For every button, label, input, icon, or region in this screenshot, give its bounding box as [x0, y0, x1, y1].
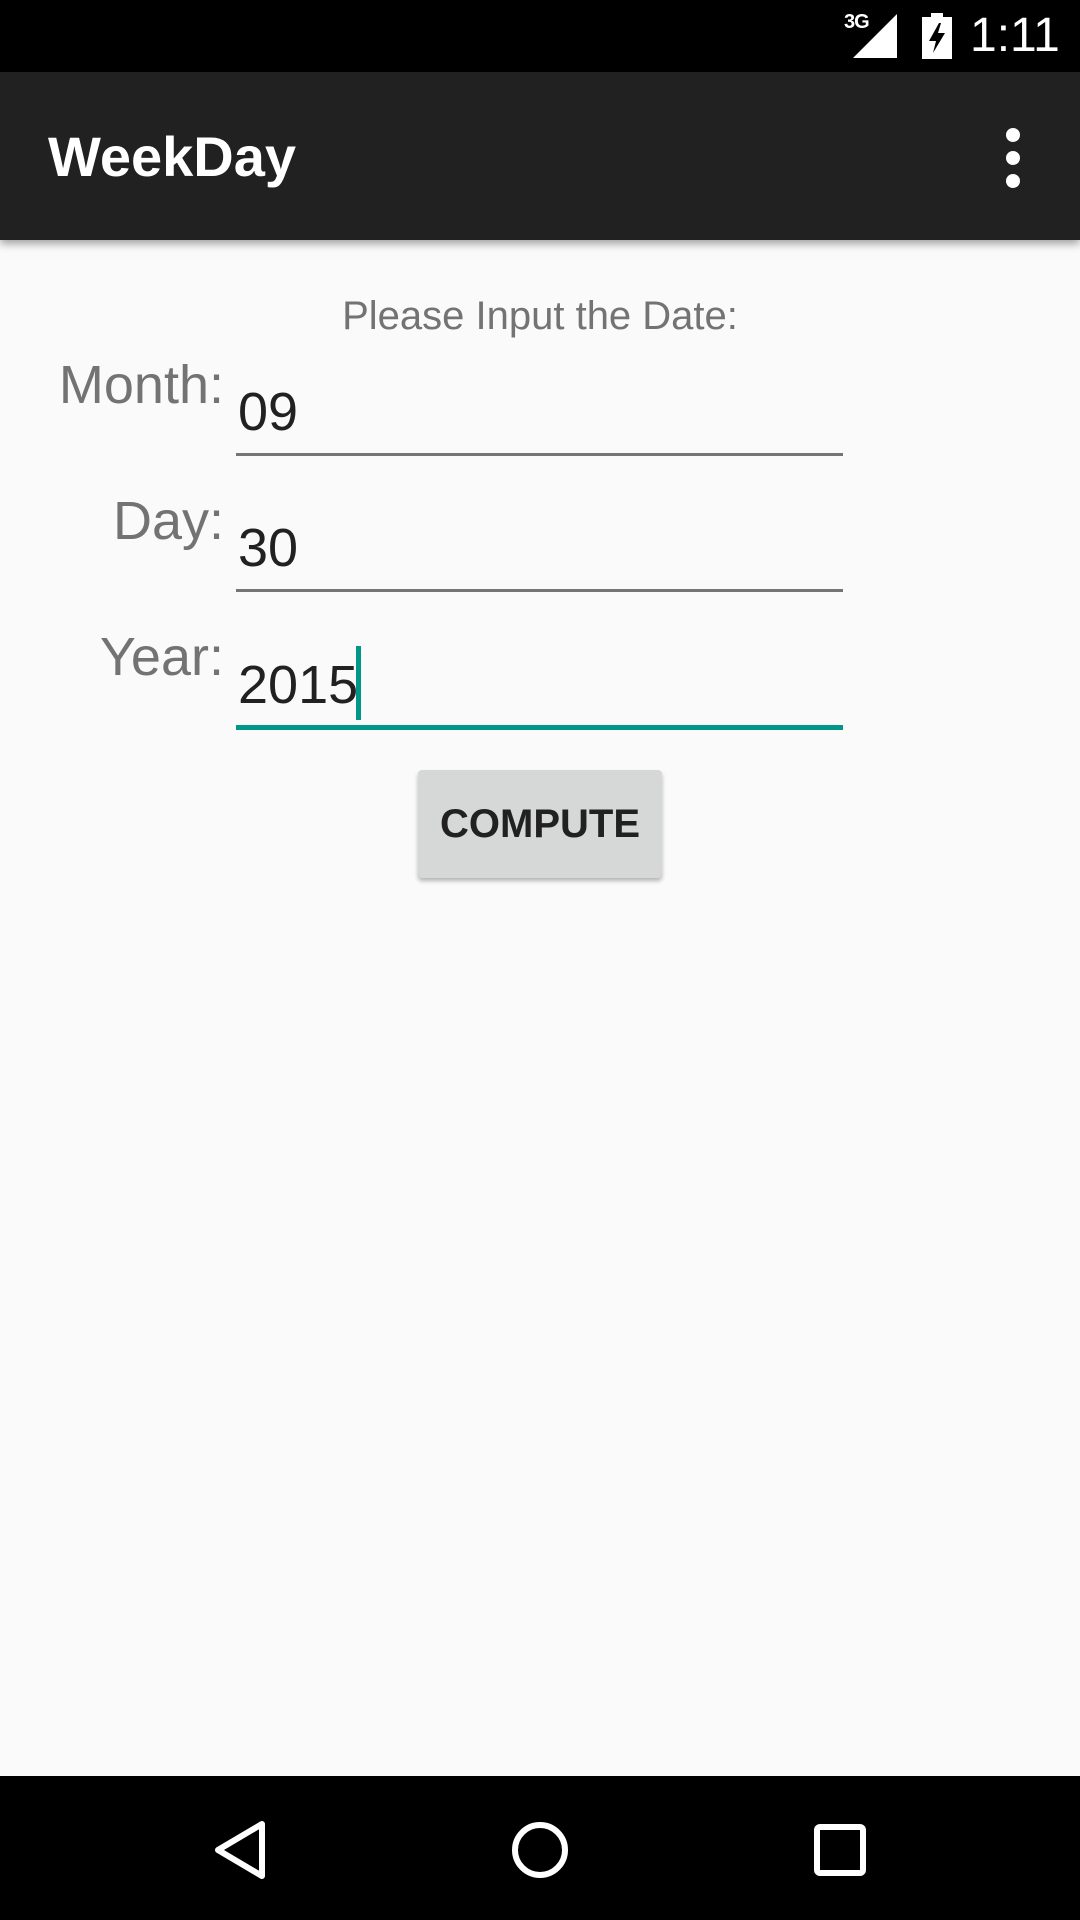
date-prompt: Please Input the Date:	[342, 294, 738, 338]
month-label: Month:	[58, 355, 224, 415]
navigation-bar	[0, 1776, 1080, 1920]
menu-dot	[1006, 128, 1020, 142]
more-vert-icon[interactable]	[990, 126, 1038, 190]
month-input[interactable]	[236, 370, 843, 456]
compute-button[interactable]: COMPUTE	[418, 770, 662, 878]
app-bar: WeekDay	[0, 72, 1080, 240]
text-cursor	[356, 646, 361, 720]
app-title: WeekDay	[48, 125, 297, 188]
status-bar: 3G 1:11	[0, 0, 1080, 72]
day-input[interactable]	[236, 506, 843, 592]
home-circle-icon[interactable]	[500, 1810, 580, 1890]
back-triangle-icon[interactable]	[202, 1810, 282, 1890]
year-label: Year:	[99, 627, 224, 687]
battery-charging-icon	[922, 13, 952, 59]
network-type-label: 3G	[844, 11, 870, 33]
day-label: Day:	[112, 491, 224, 551]
recents-square-icon[interactable]	[800, 1810, 880, 1890]
menu-dot	[1006, 151, 1020, 165]
menu-dot	[1006, 174, 1020, 188]
clock: 1:11	[970, 9, 1060, 62]
screen: 3G 1:11 WeekDay Please Input the Date: M…	[0, 0, 1080, 1920]
year-input[interactable]	[236, 644, 843, 730]
